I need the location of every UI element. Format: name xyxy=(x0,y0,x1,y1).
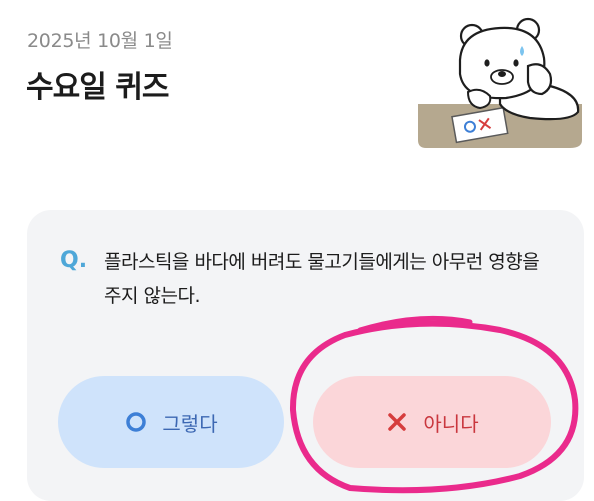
circle-icon xyxy=(124,410,148,434)
answer-yes-button[interactable]: 그렇다 xyxy=(58,376,284,468)
answer-no-label: 아니다 xyxy=(423,411,479,436)
quiz-date: 2025년 10월 1일 xyxy=(27,30,173,52)
bear-mascot-icon xyxy=(418,17,582,148)
x-icon xyxy=(385,410,409,434)
answer-yes-label: 그렇다 xyxy=(162,411,218,436)
page-title: 수요일 퀴즈 xyxy=(26,70,169,105)
question-text: 플라스틱을 바다에 버려도 물고기들에게는 아무런 영향을 주지 않는다. xyxy=(104,251,540,307)
question-label: Q. xyxy=(60,248,88,273)
answer-no-button[interactable]: 아니다 xyxy=(313,376,551,468)
